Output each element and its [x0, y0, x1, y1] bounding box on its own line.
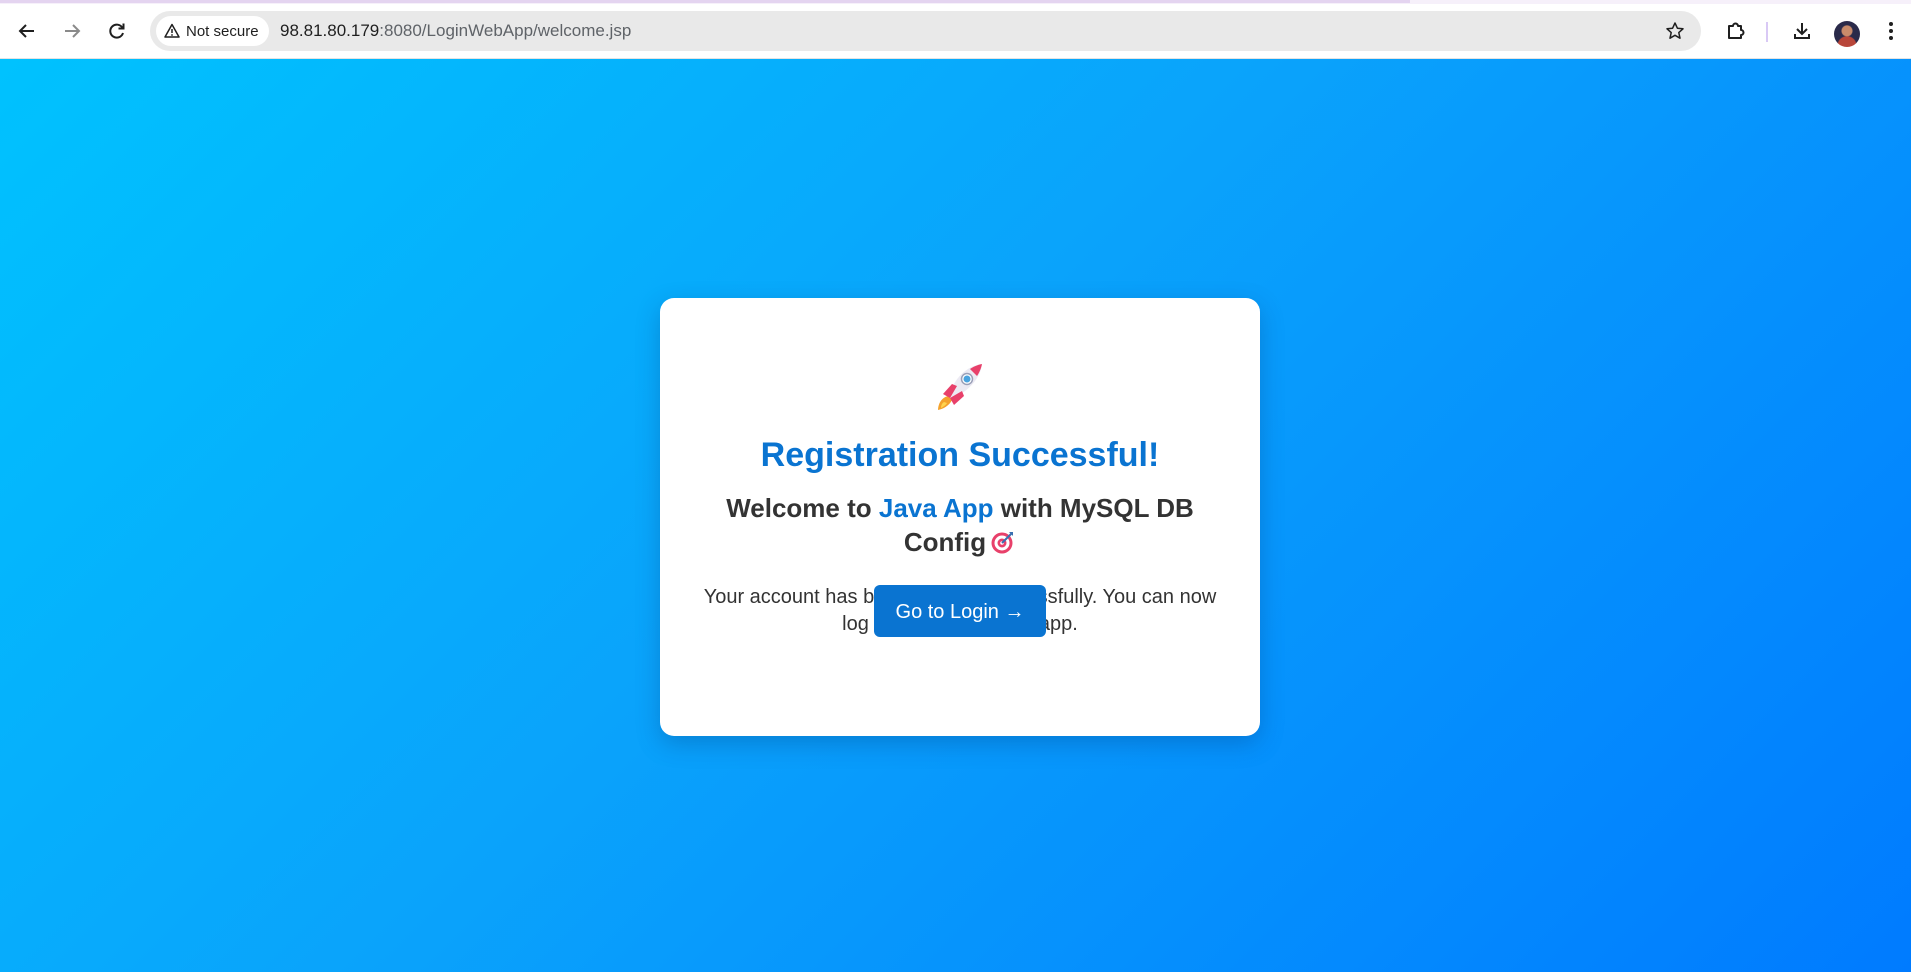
toolbar-divider — [1766, 22, 1768, 42]
target-icon — [991, 532, 1014, 554]
go-to-login-button[interactable]: Go to Login → — [874, 585, 1046, 637]
forward-button[interactable] — [54, 13, 90, 49]
download-icon — [1794, 23, 1810, 39]
back-button[interactable] — [9, 13, 45, 49]
page-title: Registration Successful! — [760, 436, 1160, 474]
bookmark-button[interactable] — [1663, 19, 1687, 43]
url-host: 98.81.80.179 — [280, 21, 380, 40]
reload-button[interactable] — [99, 13, 135, 49]
page-viewport: Registration Successful! Welcome to Java… — [0, 59, 1911, 972]
bookmark-star-icon — [1666, 22, 1684, 39]
browser-toolbar: Not secure 98.81.80.179:8080/LoginWebApp… — [0, 4, 1911, 59]
app-name-highlight: Java App — [878, 493, 994, 523]
url-text[interactable]: 98.81.80.179:8080/LoginWebApp/welcome.js… — [280, 11, 631, 51]
back-arrow-icon — [18, 24, 34, 38]
browser-menu-button[interactable] — [1873, 13, 1909, 49]
url-path: :8080/LoginWebApp/welcome.jsp — [379, 21, 632, 40]
extensions-button[interactable] — [1718, 13, 1754, 49]
downloads-button[interactable] — [1784, 13, 1820, 49]
warning-triangle-icon — [164, 23, 180, 38]
welcome-subtitle: Welcome to Java App with MySQL DB Config — [720, 491, 1200, 559]
security-chip-label: Not secure — [186, 22, 259, 40]
reload-icon — [109, 23, 125, 39]
tab-strip-accent — [0, 0, 1410, 3]
kebab-menu-icon — [1889, 22, 1893, 40]
browser-window: Not secure 98.81.80.179:8080/LoginWebApp… — [0, 0, 1911, 972]
security-chip[interactable]: Not secure — [156, 16, 269, 46]
forward-arrow-icon — [65, 24, 81, 38]
profile-avatar[interactable] — [1834, 21, 1860, 47]
extensions-puzzle-icon — [1728, 22, 1745, 39]
subtitle-prefix: Welcome to — [726, 493, 879, 523]
rocket-icon — [938, 364, 982, 410]
address-bar[interactable]: Not secure 98.81.80.179:8080/LoginWebApp… — [150, 11, 1701, 51]
success-card: Registration Successful! Welcome to Java… — [660, 298, 1260, 736]
